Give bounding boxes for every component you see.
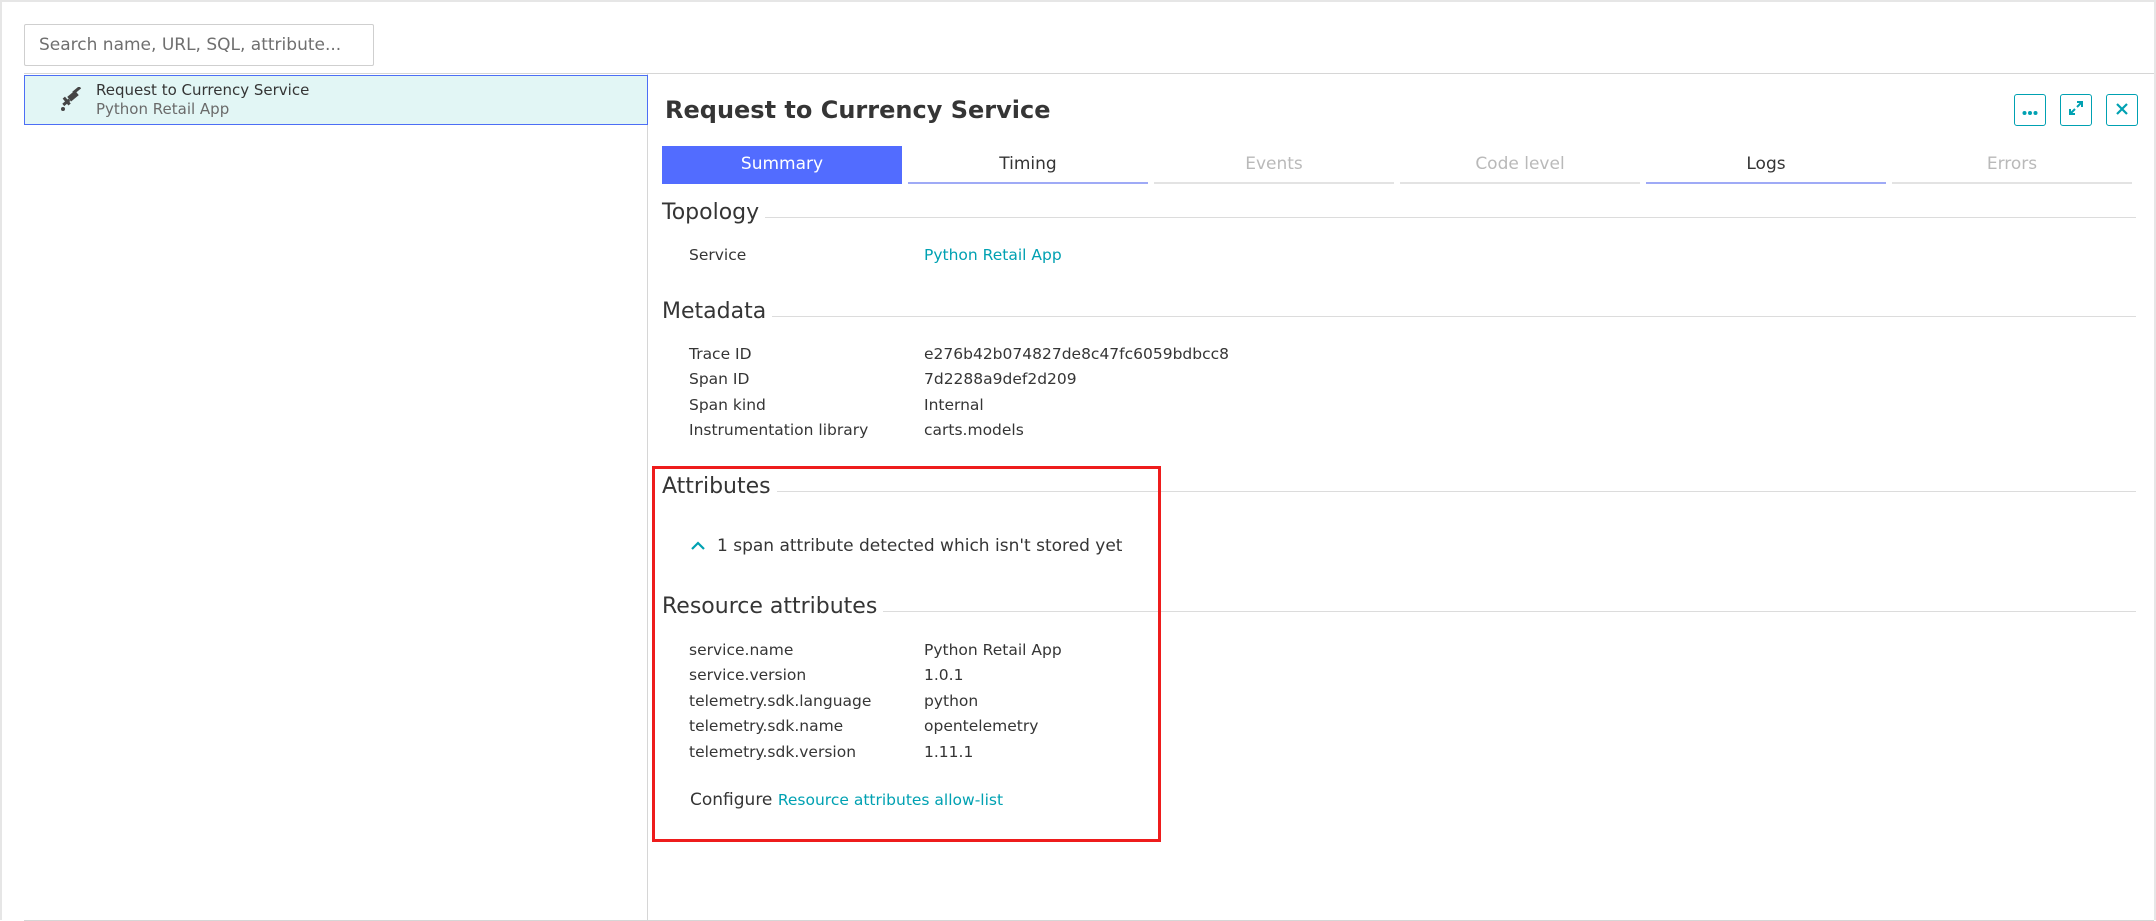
resource-attributes-list: service.name Python Retail App service.v… — [689, 637, 1062, 765]
metadata-value: Internal — [924, 395, 984, 414]
more-button[interactable] — [2014, 94, 2046, 126]
metadata-value: carts.models — [924, 421, 1024, 440]
metadata-row: Span kind Internal — [689, 392, 1229, 418]
resource-attribute-value: opentelemetry — [924, 717, 1039, 736]
attributes-section-header: Attributes — [662, 474, 2136, 499]
metadata-section-header: Metadata — [662, 299, 2136, 324]
satellite-icon — [58, 86, 86, 114]
resource-attribute-row: telemetry.sdk.version 1.11.1 — [689, 739, 1062, 765]
metadata-value: e276b42b074827de8c47fc6059bdbcc8 — [924, 344, 1230, 363]
expand-button[interactable] — [2060, 94, 2092, 126]
section-divider — [776, 491, 2136, 492]
tab-bar: Summary Timing Events Code level Logs Er… — [662, 146, 2136, 184]
close-button[interactable] — [2106, 94, 2138, 126]
metadata-key: Instrumentation library — [689, 421, 869, 440]
configure-label: Configure — [690, 790, 773, 810]
attributes-notice-text: 1 span attribute detected which isn't st… — [717, 536, 1123, 556]
resource-attribute-key: service.name — [689, 640, 794, 659]
metadata-row: Instrumentation library carts.models — [689, 418, 1229, 444]
tab-events: Events — [1154, 146, 1394, 184]
resource-attribute-key: service.version — [689, 666, 807, 685]
metadata-row: Trace ID e276b42b074827de8c47fc6059bdbcc… — [689, 341, 1229, 367]
metadata-key: Trace ID — [689, 344, 752, 363]
resource-attribute-value: python — [924, 691, 979, 710]
resource-attribute-row: telemetry.sdk.name opentelemetry — [689, 714, 1062, 740]
allow-list-link[interactable]: Resource attributes allow-list — [778, 791, 1003, 809]
topology-section-header: Topology — [662, 200, 2136, 225]
topology-row: Service Python Retail App — [689, 242, 1062, 268]
topology-list: Service Python Retail App — [689, 242, 1062, 268]
configure-line: Configure Resource attributes allow-list — [690, 790, 1003, 810]
panel-divider — [647, 74, 648, 920]
attributes-heading: Attributes — [662, 474, 771, 499]
service-link[interactable]: Python Retail App — [924, 246, 1062, 264]
list-item-texts: Request to Currency Service Python Retai… — [96, 81, 309, 119]
more-icon — [2022, 101, 2038, 120]
attributes-notice-toggle[interactable]: 1 span attribute detected which isn't st… — [689, 536, 1122, 556]
section-divider — [883, 611, 2136, 612]
list-item-request[interactable]: Request to Currency Service Python Retai… — [24, 75, 648, 125]
section-divider — [772, 316, 2136, 317]
metadata-list: Trace ID e276b42b074827de8c47fc6059bdbcc… — [689, 341, 1229, 443]
panel-actions — [2014, 94, 2138, 126]
resource-attribute-value: Python Retail App — [924, 640, 1062, 659]
resource-attribute-row: service.version 1.0.1 — [689, 663, 1062, 689]
resource-attribute-key: telemetry.sdk.version — [689, 742, 857, 761]
resource-attribute-value: 1.11.1 — [924, 742, 974, 761]
list-item-subtitle: Python Retail App — [96, 100, 230, 118]
header-divider — [24, 73, 2154, 74]
topology-key: Service — [689, 245, 747, 264]
metadata-row: Span ID 7d2288a9def2d209 — [689, 367, 1229, 393]
resource-attributes-heading: Resource attributes — [662, 594, 878, 619]
resource-attribute-key: telemetry.sdk.name — [689, 717, 844, 736]
search-input[interactable] — [39, 35, 359, 55]
panel-title: Request to Currency Service — [665, 96, 1051, 124]
metadata-key: Span kind — [689, 395, 766, 414]
tab-summary[interactable]: Summary — [662, 146, 902, 184]
topology-heading: Topology — [662, 200, 760, 225]
resource-attribute-row: service.name Python Retail App — [689, 637, 1062, 663]
tab-logs[interactable]: Logs — [1646, 146, 1886, 184]
list-item-title: Request to Currency Service — [96, 81, 310, 99]
expand-icon — [2068, 100, 2084, 120]
resource-attribute-row: telemetry.sdk.language python — [689, 688, 1062, 714]
metadata-key: Span ID — [689, 370, 750, 389]
metadata-heading: Metadata — [662, 299, 767, 324]
search-box[interactable] — [24, 24, 374, 66]
tab-timing[interactable]: Timing — [908, 146, 1148, 184]
resource-attributes-section-header: Resource attributes — [662, 594, 2136, 619]
close-icon — [2115, 101, 2129, 120]
tab-code-level: Code level — [1400, 146, 1640, 184]
app-frame: Request to Currency Service Python Retai… — [0, 0, 2156, 921]
section-divider — [765, 217, 2136, 218]
chevron-up-icon — [689, 537, 707, 555]
metadata-value: 7d2288a9def2d209 — [924, 370, 1077, 389]
tab-errors: Errors — [1892, 146, 2132, 184]
resource-attribute-value: 1.0.1 — [924, 666, 964, 685]
resource-attribute-key: telemetry.sdk.language — [689, 691, 872, 710]
